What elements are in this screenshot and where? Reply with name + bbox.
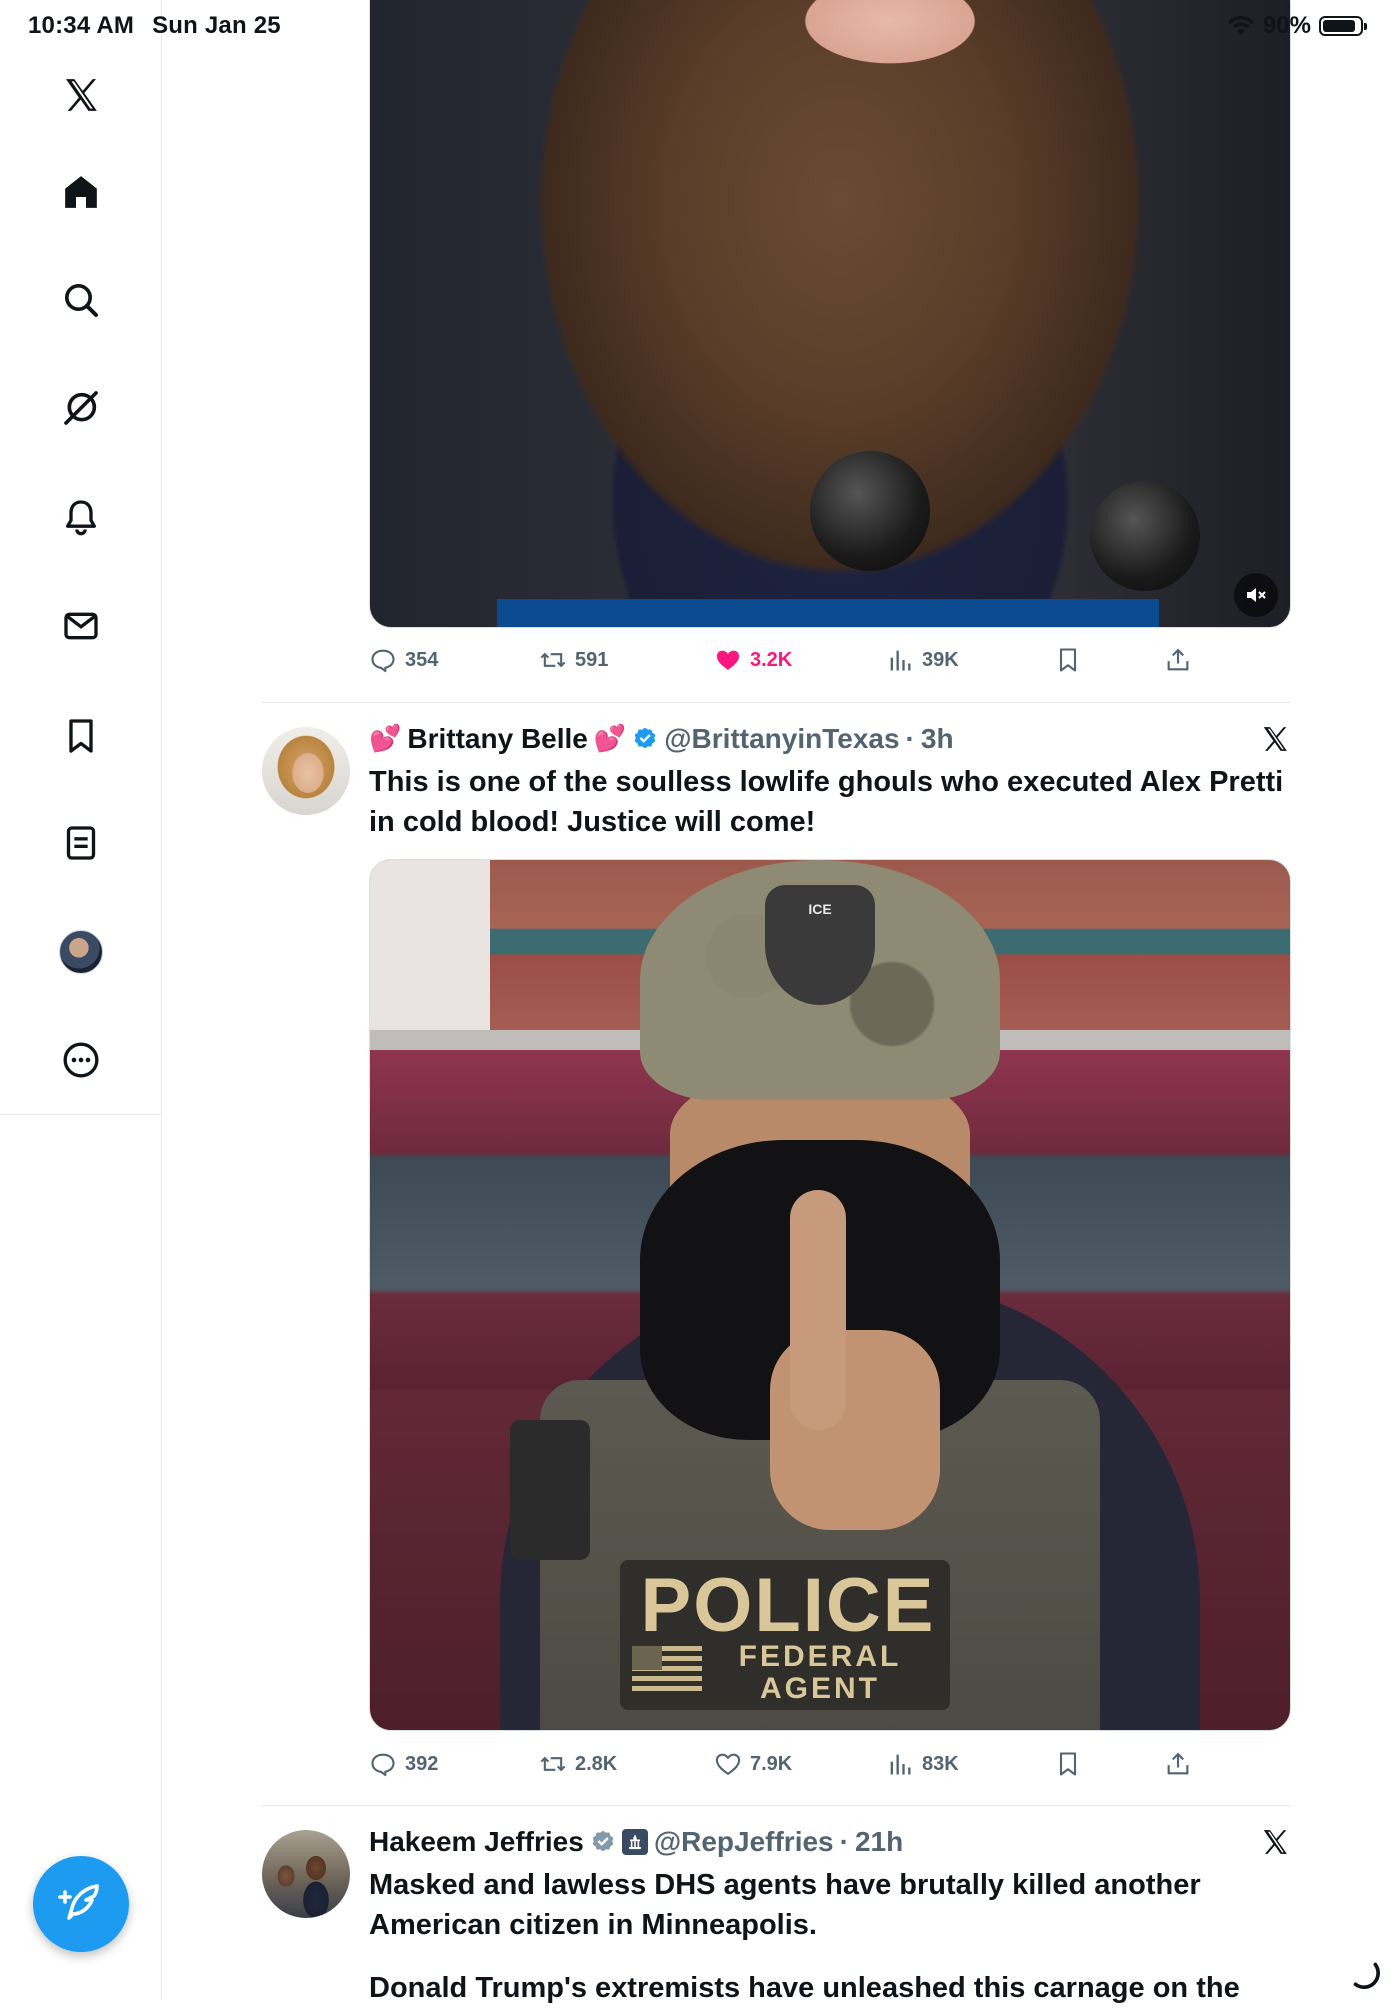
profile-button[interactable] xyxy=(41,912,121,992)
repost-count: 2.8K xyxy=(575,1752,618,1775)
views-count: 83K xyxy=(922,1752,959,1775)
reply-icon xyxy=(371,1753,395,1777)
muted-speaker-icon xyxy=(1247,588,1266,602)
separator-dot: · xyxy=(839,1826,849,1857)
image-radio xyxy=(510,1420,590,1560)
like-button[interactable]: 3.2K xyxy=(714,640,792,680)
avatar xyxy=(59,930,103,974)
repost-button[interactable]: 591 xyxy=(539,640,608,680)
tweet-divider xyxy=(262,1805,1290,1806)
reply-icon xyxy=(371,649,395,673)
user-handle[interactable]: @BrittanyinTexas xyxy=(664,723,899,755)
user-handle[interactable]: @RepJeffries xyxy=(654,1826,834,1858)
verified-badge-icon xyxy=(634,727,656,749)
image-patch-agent-text: AGENT xyxy=(760,1672,880,1705)
sidebar xyxy=(0,0,162,2000)
reply-button[interactable]: 392 xyxy=(369,1744,438,1784)
compose-button[interactable] xyxy=(33,1856,129,1952)
x-logo-icon[interactable] xyxy=(1260,1827,1290,1857)
avatar[interactable] xyxy=(262,727,350,815)
heart-icon xyxy=(715,1753,741,1775)
tweet-header: Hakeem Jeffries @RepJeffries · 21h xyxy=(369,1824,903,1860)
share-icon xyxy=(1167,1752,1189,1775)
share-button[interactable] xyxy=(1164,640,1192,680)
avatar[interactable] xyxy=(262,1830,350,1918)
like-button[interactable]: 7.9K xyxy=(714,1744,792,1784)
compose-feather-icon xyxy=(58,1884,99,1920)
views-button[interactable]: 39K xyxy=(886,640,959,680)
display-name[interactable]: Brittany Belle xyxy=(407,723,588,755)
share-icon xyxy=(1167,648,1189,671)
bookmark-icon xyxy=(1059,1752,1077,1776)
loading-spinner-icon xyxy=(1353,1962,1380,1989)
tweet-time[interactable]: 21h xyxy=(855,1826,903,1858)
lists-icon[interactable] xyxy=(41,803,121,883)
microphone xyxy=(1090,481,1200,591)
image-flag-patch xyxy=(632,1646,702,1694)
repost-count: 591 xyxy=(575,648,609,671)
like-count: 3.2K xyxy=(750,648,793,671)
battery-icon xyxy=(1319,16,1367,36)
views-count: 39K xyxy=(922,648,959,671)
tweet-header: 💕 Brittany Belle 💕 @BrittanyinTexas · 3h xyxy=(369,721,954,757)
mute-button[interactable] xyxy=(1234,573,1278,617)
tweet-text-continued: Donald Trump's extremists have unleashed… xyxy=(369,1972,1240,2004)
tweet-actions: 392 2.8K 7.9K 83K xyxy=(369,1744,1291,1784)
image-patch-federal-text: FEDERAL xyxy=(738,1640,902,1673)
heart-filled-icon xyxy=(716,650,740,670)
search-icon[interactable] xyxy=(41,260,121,340)
share-button[interactable] xyxy=(1164,1744,1192,1784)
image-sky xyxy=(370,860,490,1030)
x-logo-icon[interactable] xyxy=(41,55,121,135)
image-patch-police-text: POLICE xyxy=(640,1563,936,1648)
reply-count: 392 xyxy=(405,1752,439,1775)
more-icon[interactable] xyxy=(41,1020,121,1100)
tweet-text: This is one of the soulless lowlife ghou… xyxy=(369,766,1284,838)
sidebar-divider xyxy=(0,1114,162,1115)
repost-icon xyxy=(540,1756,566,1772)
like-count: 7.9K xyxy=(750,1752,793,1775)
heart-emoji: 💕 xyxy=(369,724,402,754)
tweet-video[interactable] xyxy=(369,0,1291,628)
tweet-text: Masked and lawless DHS agents have bruta… xyxy=(369,1869,1201,1941)
bookmark-button[interactable] xyxy=(1054,640,1082,680)
separator-dot: · xyxy=(905,723,915,754)
mail-icon[interactable] xyxy=(41,586,121,666)
heart-emoji: 💕 xyxy=(593,724,627,754)
bookmark-button[interactable] xyxy=(1054,1744,1082,1784)
tweet-actions: 354 591 3.2K 39K xyxy=(369,640,1291,680)
image-cap-patch: ICE xyxy=(765,885,875,1005)
video-lower-third xyxy=(497,599,1159,627)
bookmark-icon xyxy=(1059,648,1077,672)
views-chart-icon xyxy=(890,650,911,671)
verified-gray-badge-icon xyxy=(592,1830,614,1852)
battery-fill xyxy=(1323,20,1356,32)
microphone xyxy=(810,451,930,571)
status-date: Sun Jan 25 xyxy=(152,12,281,39)
reply-button[interactable]: 354 xyxy=(369,640,438,680)
tweet-time[interactable]: 3h xyxy=(921,723,954,755)
views-button[interactable]: 83K xyxy=(886,1744,959,1784)
repost-button[interactable]: 2.8K xyxy=(539,1744,617,1784)
tweet-image[interactable]: ICE POLICE FEDERAL AGENT xyxy=(369,859,1291,1731)
government-badge-icon xyxy=(621,1829,648,1855)
display-name[interactable]: Hakeem Jeffries xyxy=(369,1826,584,1858)
reply-count: 354 xyxy=(405,648,439,671)
views-chart-icon xyxy=(890,1754,911,1775)
bookmark-icon[interactable] xyxy=(41,696,121,776)
x-logo-icon[interactable] xyxy=(1260,724,1290,754)
bell-icon[interactable] xyxy=(41,477,121,557)
grok-icon[interactable] xyxy=(41,368,121,448)
repost-icon xyxy=(540,652,566,668)
tweet-divider xyxy=(262,702,1290,703)
image-finger xyxy=(790,1190,846,1430)
home-icon[interactable] xyxy=(41,152,121,232)
